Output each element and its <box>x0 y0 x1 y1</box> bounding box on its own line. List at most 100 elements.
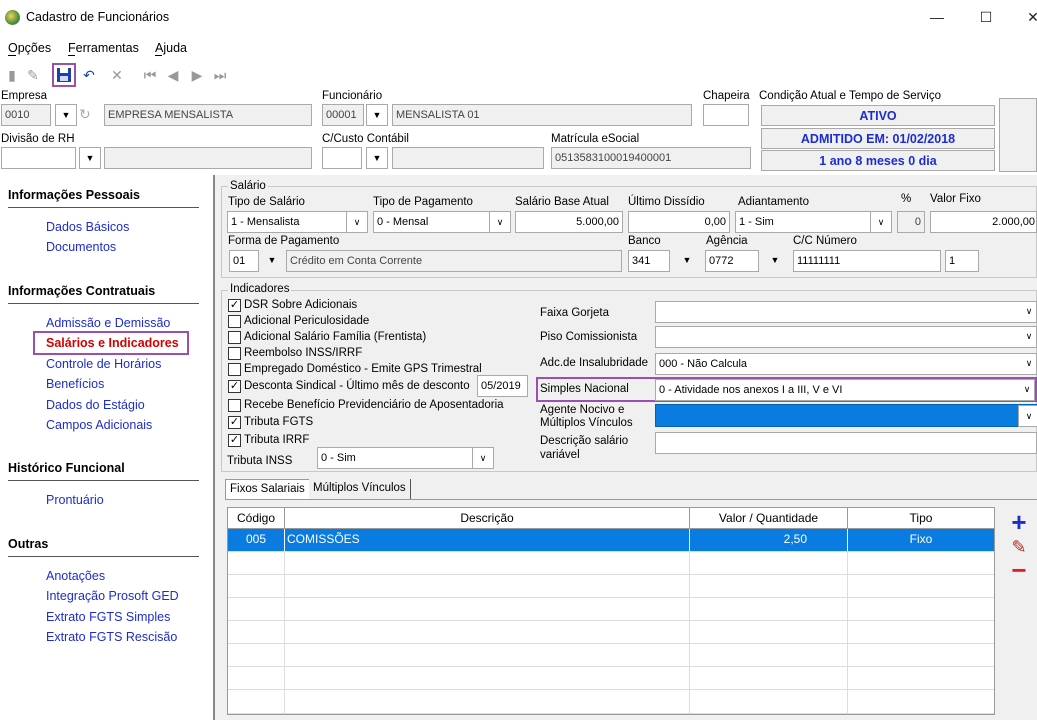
nav-documentos[interactable]: Documentos <box>46 240 116 254</box>
forma-dropdown[interactable]: ▼ <box>261 250 283 272</box>
remove-button[interactable]: − <box>1008 557 1030 583</box>
chevron-down-icon[interactable]: ∨ <box>1018 301 1037 323</box>
col-valor[interactable]: Valor / Quantidade <box>690 508 848 528</box>
edit-icon[interactable]: ✎ <box>24 66 42 84</box>
agencia-dropdown[interactable]: ▼ <box>764 250 786 272</box>
ccusto-field[interactable] <box>322 147 362 169</box>
divisao-field[interactable] <box>1 147 76 169</box>
tab-multiplos[interactable]: Múltiplos Vínculos <box>309 479 411 499</box>
check-sindical[interactable]: ✓ <box>228 380 241 393</box>
table-row[interactable] <box>228 690 994 714</box>
chevron-down-icon[interactable]: ∨ <box>1018 353 1037 375</box>
insalubridade-select[interactable]: 000 - Não Calcula <box>655 353 1037 375</box>
col-codigo[interactable]: Código <box>228 508 285 528</box>
nav-campos[interactable]: Campos Adicionais <box>46 418 152 432</box>
faixa-gorjeta-select[interactable] <box>655 301 1037 323</box>
table-row[interactable] <box>228 621 994 644</box>
forma-code-field[interactable]: 01 <box>229 250 259 272</box>
nav-extrato-rescisao[interactable]: Extrato FGTS Rescisão <box>46 630 177 644</box>
undo-icon[interactable]: ↶ <box>80 66 98 84</box>
ccusto-dropdown[interactable]: ▼ <box>366 147 388 169</box>
check-beneficio[interactable] <box>228 399 241 412</box>
new-icon[interactable]: ▮ <box>3 66 21 84</box>
next-record-icon[interactable]: ▶ <box>188 66 206 84</box>
table-row[interactable] <box>228 575 994 598</box>
salario-base-field[interactable]: 5.000,00 <box>515 211 623 233</box>
insalubridade-label: Adc.de Insalubridade <box>540 357 649 369</box>
menu-opcoes[interactable]: Opções <box>8 41 51 55</box>
maximize-icon[interactable]: ☐ <box>971 6 1001 28</box>
photo-box[interactable] <box>999 98 1037 172</box>
menu-ajuda[interactable]: Ajuda <box>155 41 187 55</box>
nav-salarios[interactable]: Salários e Indicadores <box>46 336 179 350</box>
pct-field[interactable]: 0 <box>897 211 925 233</box>
col-descricao[interactable]: Descrição <box>285 508 690 528</box>
check-reembolso[interactable] <box>228 347 241 360</box>
tipo-salario-label: Tipo de Salário <box>228 196 305 208</box>
check-periculosidade[interactable] <box>228 315 241 328</box>
nav-controle[interactable]: Controle de Horários <box>46 357 161 371</box>
dissidio-field[interactable]: 0,00 <box>628 211 730 233</box>
divisao-dropdown[interactable]: ▼ <box>79 147 101 169</box>
nav-admissao[interactable]: Admissão e Demissão <box>46 316 170 330</box>
prev-record-icon[interactable]: ◀ <box>164 66 182 84</box>
table-row[interactable] <box>228 598 994 621</box>
cc-field[interactable]: 11111111 <box>793 250 941 272</box>
close-icon[interactable]: ✕ <box>1018 6 1037 28</box>
adiantamento-select[interactable]: 1 - Sim <box>735 211 892 233</box>
funcionario-dropdown[interactable]: ▼ <box>366 104 388 126</box>
nav-estagio[interactable]: Dados do Estágio <box>46 398 145 412</box>
tributa-inss-label: Tributa INSS <box>227 455 293 467</box>
chevron-down-icon[interactable]: ∨ <box>1018 405 1037 427</box>
cc-dv-field[interactable]: 1 <box>945 250 979 272</box>
first-record-icon[interactable]: ⏮ <box>141 66 159 84</box>
simples-select[interactable]: 0 - Atividade nos anexos I a III, V e VI <box>655 379 1035 401</box>
nav-anotacoes[interactable]: Anotações <box>46 569 105 583</box>
table-row[interactable]: 005 COMISSÕES 2,50 Fixo <box>228 529 994 552</box>
chevron-down-icon[interactable]: ∨ <box>346 211 368 233</box>
table-row[interactable] <box>228 644 994 667</box>
check-salario-familia[interactable] <box>228 331 241 344</box>
delete-icon[interactable]: ✕ <box>108 66 126 84</box>
nav-extrato-simples[interactable]: Extrato FGTS Simples <box>46 610 170 624</box>
chevron-down-icon[interactable]: ∨ <box>489 211 511 233</box>
agente-select[interactable] <box>655 404 1037 427</box>
valor-fixo-field[interactable]: 2.000,00 <box>930 211 1037 233</box>
nav-integracao[interactable]: Integração Prosoft GED <box>46 589 179 603</box>
table-row[interactable] <box>228 667 994 690</box>
cell-empty <box>690 598 848 620</box>
empresa-dropdown[interactable]: ▼ <box>55 104 77 126</box>
tab-fixos[interactable]: Fixos Salariais <box>225 479 310 499</box>
piso-select[interactable] <box>655 326 1037 348</box>
check-domestico[interactable] <box>228 363 241 376</box>
check-dsr[interactable]: ✓ <box>228 299 241 312</box>
agencia-field[interactable]: 0772 <box>705 250 759 272</box>
descricao-field[interactable] <box>655 432 1037 454</box>
check-dsr-label: DSR Sobre Adicionais <box>244 299 358 311</box>
nav-dados-basicos[interactable]: Dados Básicos <box>46 220 129 234</box>
chevron-down-icon[interactable]: ∨ <box>1018 326 1037 348</box>
chapeira-field[interactable] <box>703 104 749 126</box>
nav-beneficios[interactable]: Benefícios <box>46 377 104 391</box>
swap-icon[interactable]: ↻ <box>79 106 99 124</box>
menu-ferramentas[interactable]: Ferramentas <box>68 41 139 55</box>
funcionario-code-field[interactable]: 00001 <box>322 104 364 126</box>
banco-field[interactable]: 341 <box>628 250 670 272</box>
last-record-icon[interactable]: ⏭ <box>211 66 229 84</box>
banco-dropdown[interactable]: ▼ <box>676 250 698 272</box>
nav-prontuario[interactable]: Prontuário <box>46 493 104 507</box>
chevron-down-icon[interactable]: ∨ <box>472 447 494 469</box>
tributa-inss-select[interactable]: 0 - Sim <box>317 447 493 469</box>
add-button[interactable]: + <box>1008 509 1030 535</box>
empresa-code-field[interactable]: 0010 <box>1 104 51 126</box>
minimize-icon[interactable]: — <box>922 6 952 28</box>
chevron-down-icon[interactable]: ∨ <box>1016 379 1037 401</box>
col-tipo[interactable]: Tipo <box>848 508 994 528</box>
sindical-mes-field[interactable]: 05/2019 <box>477 375 528 397</box>
save-button[interactable] <box>52 63 76 87</box>
table-row[interactable] <box>228 552 994 575</box>
nav-divider <box>8 207 199 208</box>
check-fgts[interactable]: ✓ <box>228 416 241 429</box>
check-irrf[interactable]: ✓ <box>228 434 241 447</box>
chevron-down-icon[interactable]: ∨ <box>870 211 892 233</box>
